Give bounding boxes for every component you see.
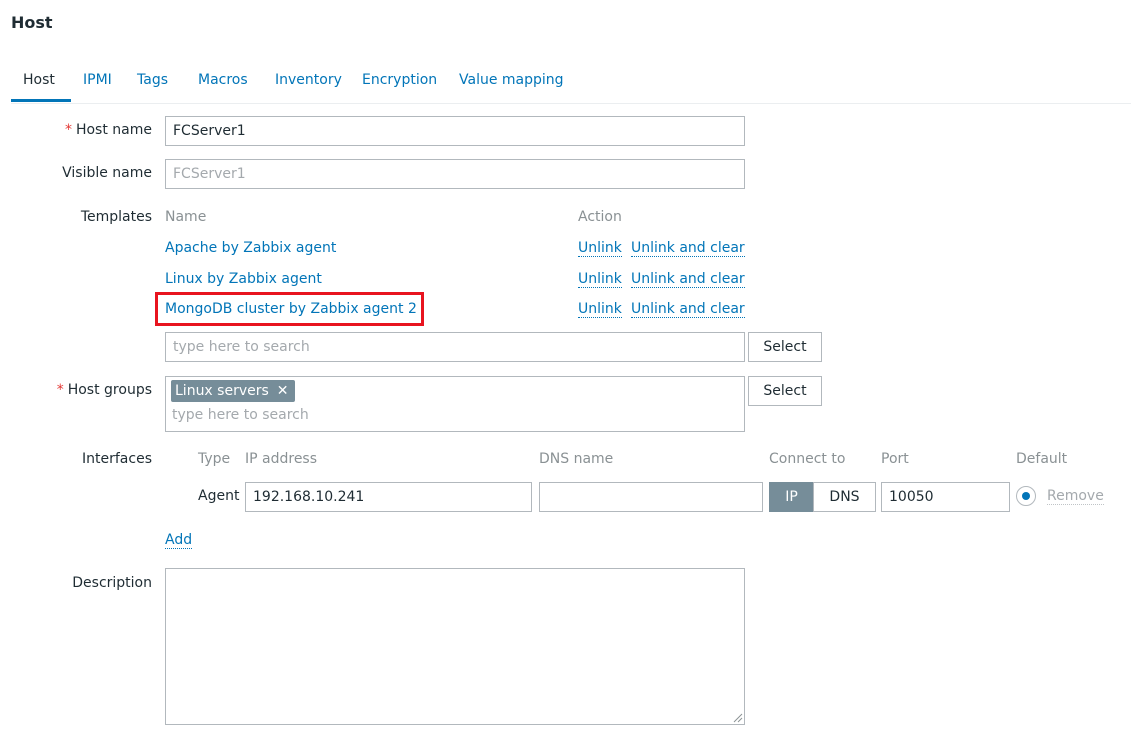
tab-host[interactable]: Host <box>23 72 55 88</box>
unlink-link[interactable]: Unlink <box>578 271 622 288</box>
highlight-box <box>155 292 424 326</box>
required-mark: * <box>64 122 72 138</box>
interface-default-header: Default <box>1016 451 1068 467</box>
interfaces-label: Interfaces <box>82 451 152 467</box>
tab-tags[interactable]: Tags <box>137 72 168 88</box>
description-textarea[interactable] <box>165 568 745 725</box>
host-group-chip: Linux servers ✕ <box>171 380 295 402</box>
tab-inventory[interactable]: Inventory <box>275 72 342 88</box>
unlink-and-clear-link[interactable]: Unlink and clear <box>631 271 745 288</box>
host-name-input[interactable] <box>165 116 745 146</box>
close-icon[interactable]: ✕ <box>277 383 289 399</box>
interface-ip-input[interactable] <box>245 482 532 512</box>
unlink-and-clear-link[interactable]: Unlink and clear <box>631 240 745 257</box>
connect-ip-toggle[interactable]: IP <box>769 482 814 512</box>
host-groups-select-button[interactable]: Select <box>748 376 822 406</box>
connect-dns-toggle[interactable]: DNS <box>813 482 876 512</box>
host-name-label: * Host name <box>64 122 152 138</box>
template-search-input[interactable] <box>165 332 745 362</box>
interface-port-header: Port <box>881 451 909 467</box>
description-label: Description <box>72 575 152 591</box>
visible-name-input[interactable] <box>165 159 745 189</box>
tab-encryption[interactable]: Encryption <box>362 72 437 88</box>
interface-type: Agent <box>198 488 240 504</box>
required-mark: * <box>56 382 64 398</box>
interface-dns-input[interactable] <box>539 482 763 512</box>
add-interface-link[interactable]: Add <box>165 532 193 549</box>
interface-port-input[interactable] <box>881 482 1010 512</box>
template-link[interactable]: Linux by Zabbix agent <box>165 271 322 287</box>
templates-action-header: Action <box>578 209 622 225</box>
remove-interface-link[interactable]: Remove <box>1047 488 1104 505</box>
default-interface-radio[interactable] <box>1016 486 1036 506</box>
tab-value-mapping[interactable]: Value mapping <box>459 72 564 88</box>
host-groups-multiselect[interactable]: Linux servers ✕ <box>165 376 745 432</box>
interface-ip-header: IP address <box>245 451 318 467</box>
resize-grip-icon[interactable] <box>733 713 743 723</box>
visible-name-label: Visible name <box>62 165 152 181</box>
template-select-button[interactable]: Select <box>748 332 822 362</box>
host-groups-label: * Host groups <box>56 382 152 398</box>
templates-name-header: Name <box>165 209 207 225</box>
host-groups-search-input[interactable] <box>172 407 732 423</box>
radio-selected-dot <box>1022 492 1030 500</box>
unlink-and-clear-link[interactable]: Unlink and clear <box>631 301 745 318</box>
templates-label: Templates <box>80 209 152 225</box>
unlink-link[interactable]: Unlink <box>578 301 622 318</box>
tab-bar: Host IPMI Tags Macros Inventory Encrypti… <box>11 70 1131 104</box>
unlink-link[interactable]: Unlink <box>578 240 622 257</box>
tab-ipmi[interactable]: IPMI <box>83 72 112 88</box>
template-link[interactable]: Apache by Zabbix agent <box>165 240 336 256</box>
page-title: Host <box>11 13 53 32</box>
tab-macros[interactable]: Macros <box>198 72 248 88</box>
interface-type-header: Type <box>198 451 231 467</box>
interface-dns-header: DNS name <box>539 451 614 467</box>
active-tab-indicator <box>11 99 71 102</box>
interface-connect-header: Connect to <box>769 451 846 467</box>
